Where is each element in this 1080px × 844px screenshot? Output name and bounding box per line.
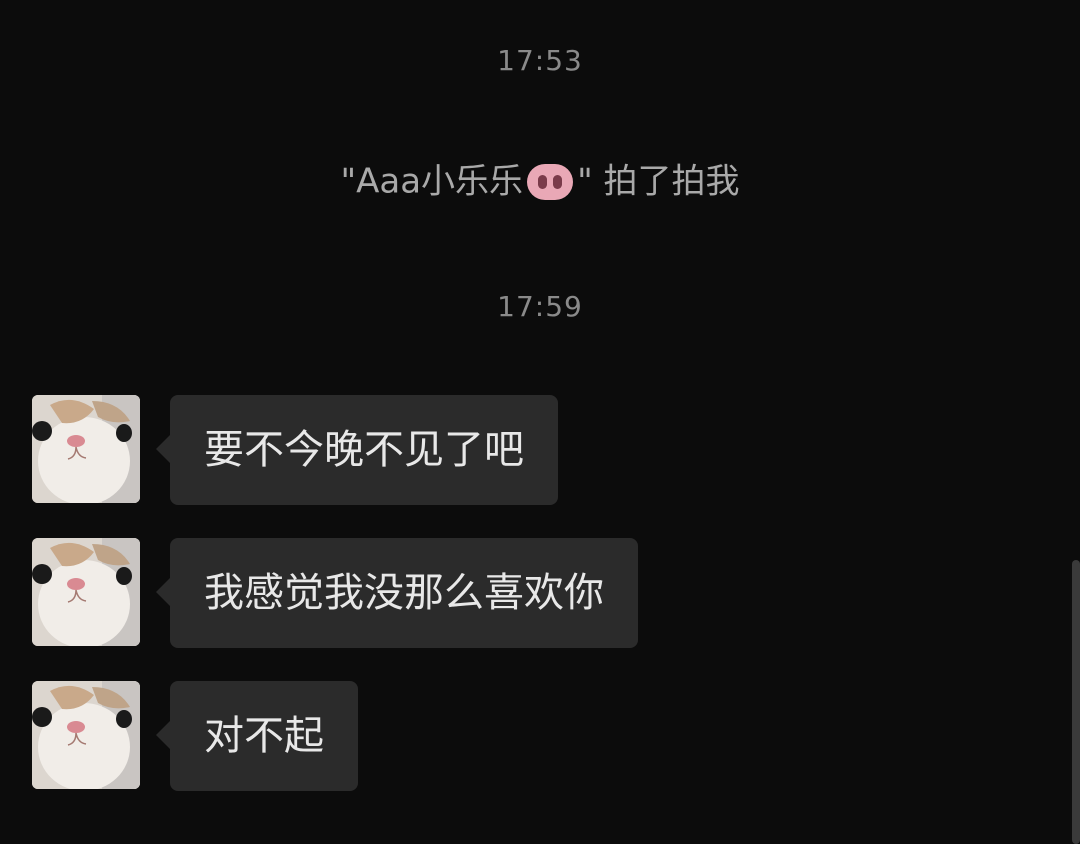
message-bubble[interactable]: 对不起 [156, 681, 358, 791]
cat-avatar-icon[interactable] [32, 395, 140, 503]
timestamp: 17:59 [497, 290, 583, 323]
pat-notification-prefix: "Aaa小乐乐 [340, 161, 524, 202]
pat-notification-suffix: " 拍了拍我 [577, 161, 740, 202]
cat-avatar-icon[interactable] [32, 681, 140, 789]
cat-avatar-icon[interactable] [32, 538, 140, 646]
message-bubble[interactable]: 要不今晚不见了吧 [156, 395, 558, 505]
timestamp: 17:53 [497, 44, 583, 77]
pat-notification: "Aaa小乐乐 " 拍了拍我 [0, 158, 1080, 204]
message-bubble[interactable]: 我感觉我没那么喜欢你 [156, 538, 638, 648]
scrollbar[interactable] [1072, 560, 1080, 844]
pig-nose-icon [527, 163, 574, 200]
